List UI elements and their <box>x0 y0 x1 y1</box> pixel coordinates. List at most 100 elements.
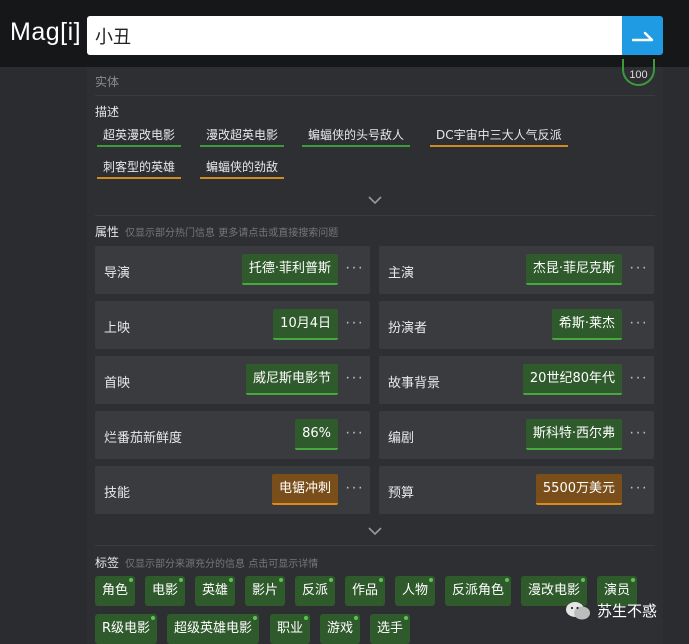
more-icon[interactable]: ··· <box>345 315 364 331</box>
description-tag[interactable]: 蝙蝠侠的劲敌 <box>200 157 285 179</box>
search-input[interactable] <box>87 16 623 55</box>
tag-dot-icon <box>179 578 184 582</box>
more-icon[interactable]: ··· <box>629 370 648 386</box>
attribute-value[interactable]: 86% <box>295 419 338 450</box>
tag-chip-label: 角色 <box>102 583 129 598</box>
attribute-card[interactable]: 预算 5500万美元 ··· <box>379 466 654 514</box>
attribute-card[interactable]: 烂番茄新鲜度 86% ··· <box>95 411 370 459</box>
tag-chip-label: 反派角色 <box>452 583 505 598</box>
attribute-value[interactable]: 斯科特·西尔弗 <box>525 419 622 450</box>
attribute-value[interactable]: 杰昆·菲尼克斯 <box>525 254 622 285</box>
more-icon[interactable]: ··· <box>345 425 364 441</box>
tags-title: 标签 仅显示部分来源充分的信息 点击可显示详情 <box>95 554 318 571</box>
more-icon[interactable]: ··· <box>629 480 648 496</box>
tag-chip[interactable]: 影片 <box>245 576 286 606</box>
description-tag[interactable]: 超英漫改电影 <box>97 125 182 147</box>
attribute-value[interactable]: 希斯·莱杰 <box>551 309 622 340</box>
tag-dot-icon <box>129 578 134 582</box>
tag-chip-label: 影片 <box>252 583 279 598</box>
attributes-title: 属性 仅显示部分热门信息 更多请点击或直接搜索问题 <box>95 223 338 240</box>
tag-chip[interactable]: 电影 <box>145 576 186 606</box>
divider <box>95 545 655 546</box>
attribute-label: 故事背景 <box>388 376 441 391</box>
attributes-hint: 仅显示部分热门信息 更多请点击或直接搜索问题 <box>125 228 339 239</box>
divider <box>95 95 655 96</box>
expand-chevron-icon[interactable] <box>368 526 382 536</box>
attribute-value[interactable]: 威尼斯电影节 <box>245 364 338 395</box>
description-tag[interactable]: DC宇宙中三大人气反派 <box>430 125 568 147</box>
tag-chip-label: 超级英雄电影 <box>174 621 253 636</box>
description-tag[interactable]: 蝙蝠侠的头号敌人 <box>302 125 411 147</box>
tag-dot-icon <box>581 578 586 582</box>
tag-chip-label: 选手 <box>377 621 404 636</box>
tag-chip[interactable]: R级电影 <box>95 614 158 644</box>
description-tag[interactable]: 漫改超英电影 <box>200 125 285 147</box>
tag-chip[interactable]: 作品 <box>345 576 386 606</box>
tag-chip[interactable]: 反派角色 <box>445 576 512 606</box>
tag-dot-icon <box>329 578 334 582</box>
more-icon[interactable]: ··· <box>345 370 364 386</box>
tag-chip[interactable]: 人物 <box>395 576 436 606</box>
tag-chip[interactable]: 英雄 <box>195 576 236 606</box>
tag-chip[interactable]: 选手 <box>370 614 411 644</box>
tag-chip-label: 职业 <box>277 621 304 636</box>
attribute-value[interactable]: 托德·菲利普斯 <box>241 254 338 285</box>
attribute-label: 技能 <box>104 486 131 501</box>
description-tag[interactable]: 刺客型的英雄 <box>97 157 182 179</box>
tag-chip-label: 电影 <box>152 583 179 598</box>
tag-chip-label: 演员 <box>604 583 631 598</box>
tag-chip[interactable]: 超级英雄电影 <box>167 614 260 644</box>
app-logo[interactable]: Mag[i] <box>10 18 81 47</box>
tag-chip-label: 人物 <box>402 583 429 598</box>
tag-dot-icon <box>505 578 510 582</box>
attribute-card[interactable]: 上映 10月4日 ··· <box>95 301 370 349</box>
tag-chip-label: 反派 <box>302 583 329 598</box>
tag-chip[interactable]: 反派 <box>295 576 336 606</box>
attribute-card[interactable]: 导演 托德·菲利普斯 ··· <box>95 246 370 294</box>
more-icon[interactable]: ··· <box>629 315 648 331</box>
tag-dot-icon <box>304 616 309 620</box>
attribute-card[interactable]: 技能 电锯冲刺 ··· <box>95 466 370 514</box>
tag-dot-icon <box>253 616 258 620</box>
score-badge: 100 <box>622 59 655 86</box>
attribute-label: 烂番茄新鲜度 <box>104 431 183 446</box>
result-panel: 实体 100 描述 超英漫改电影 漫改超英电影 蝙蝠侠的头号敌人 DC宇宙中三大… <box>87 59 663 644</box>
attribute-card[interactable]: 首映 威尼斯电影节 ··· <box>95 356 370 404</box>
tag-chip[interactable]: 职业 <box>270 614 311 644</box>
attribute-card[interactable]: 主演 杰昆·菲尼克斯 ··· <box>379 246 654 294</box>
attribute-value[interactable]: 电锯冲刺 <box>271 474 338 505</box>
attribute-value[interactable]: 5500万美元 <box>535 474 622 505</box>
attribute-label: 上映 <box>104 321 131 336</box>
more-icon[interactable]: ··· <box>345 480 364 496</box>
attribute-label: 首映 <box>104 376 131 391</box>
wechat-icon <box>566 601 590 619</box>
attribute-card[interactable]: 扮演者 希斯·莱杰 ··· <box>379 301 654 349</box>
tag-dot-icon <box>354 616 359 620</box>
more-icon[interactable]: ··· <box>629 260 648 276</box>
watermark: 苏生不惑 <box>565 600 657 621</box>
tag-dot-icon <box>404 616 409 620</box>
expand-chevron-icon[interactable] <box>368 195 382 205</box>
tag-chip[interactable]: 游戏 <box>320 614 361 644</box>
attribute-value[interactable]: 10月4日 <box>273 309 338 340</box>
tag-dot-icon <box>379 578 384 582</box>
attribute-label: 编剧 <box>388 431 415 446</box>
attribute-label: 预算 <box>388 486 415 501</box>
more-icon[interactable]: ··· <box>345 260 364 276</box>
tag-dot-icon <box>279 578 284 582</box>
search-button[interactable] <box>622 16 663 55</box>
tag-chip-label: 漫改电影 <box>528 583 581 598</box>
tag-dot-icon <box>631 578 636 582</box>
tag-chip[interactable]: 角色 <box>95 576 136 606</box>
attribute-card[interactable]: 编剧 斯科特·西尔弗 ··· <box>379 411 654 459</box>
attribute-label: 主演 <box>388 266 415 281</box>
divider <box>95 215 655 216</box>
tag-chip-label: 作品 <box>352 583 379 598</box>
attribute-card[interactable]: 故事背景 20世纪80年代 ··· <box>379 356 654 404</box>
attributes-title-text: 属性 <box>95 225 120 239</box>
attribute-value[interactable]: 20世纪80年代 <box>522 364 622 395</box>
tag-chip-label: 英雄 <box>202 583 229 598</box>
tag-dot-icon <box>229 578 234 582</box>
description-title: 描述 <box>95 105 120 119</box>
more-icon[interactable]: ··· <box>629 425 648 441</box>
